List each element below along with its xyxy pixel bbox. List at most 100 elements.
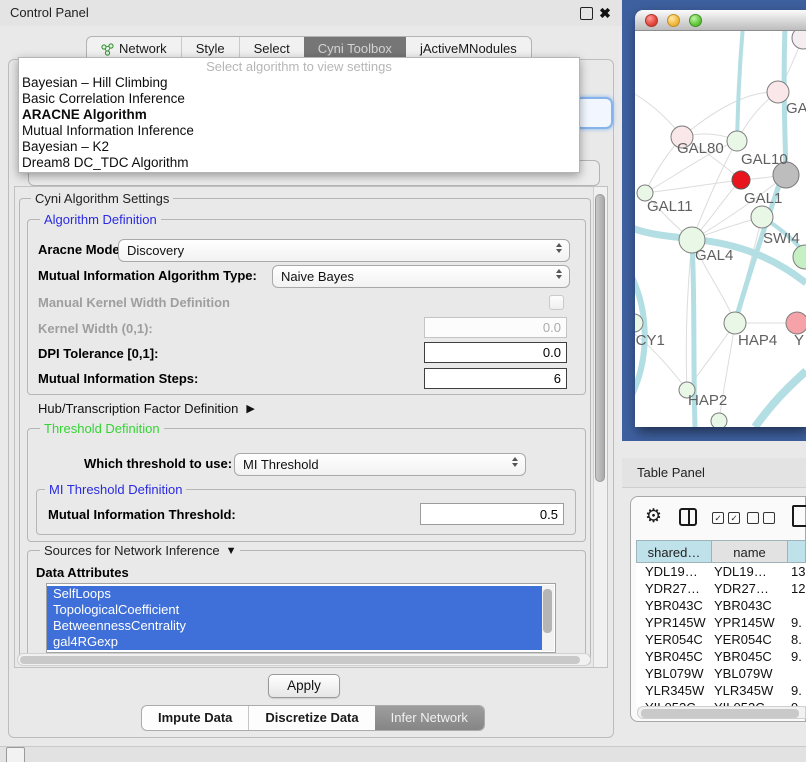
table-row[interactable]: YBR043C YBR043C bbox=[636, 597, 806, 614]
table-row[interactable]: YER054C YER054C 8. bbox=[636, 631, 806, 648]
deselect-all-checkboxes-icon[interactable] bbox=[747, 512, 775, 524]
mutual-information-threshold-label: Mutual Information Threshold: bbox=[48, 505, 236, 525]
node-right-green[interactable] bbox=[793, 245, 806, 269]
table-row[interactable]: YLR345W YLR345W 9. bbox=[636, 682, 806, 699]
network-icon bbox=[101, 43, 114, 56]
settings-horizontal-scrollbar[interactable] bbox=[17, 653, 591, 666]
aracne-mode-value: Discovery bbox=[127, 243, 184, 258]
sources-title: Sources for Network Inference bbox=[44, 543, 220, 559]
app-screen: Control Panel ✖ Network Style Select Cyn… bbox=[0, 0, 806, 762]
node-label: SWI4 bbox=[763, 230, 800, 247]
float-window-icon[interactable] bbox=[580, 7, 593, 20]
table-row[interactable]: YBL079W YBL079W bbox=[636, 665, 806, 682]
close-traffic-light-icon[interactable] bbox=[645, 14, 658, 27]
hub-definition-toggle[interactable]: Hub/Transcription Factor Definition ▶ bbox=[38, 399, 255, 417]
threshold-definition-title: Threshold Definition bbox=[40, 421, 164, 437]
cyni-bottom-tabs: Impute Data Discretize Data Infer Networ… bbox=[141, 705, 485, 731]
list-vertical-scrollbar-thumb[interactable] bbox=[543, 589, 552, 633]
tab-impute-data[interactable]: Impute Data bbox=[142, 706, 248, 730]
node-hap4[interactable] bbox=[724, 312, 746, 334]
table-panel-title: Table Panel bbox=[637, 458, 705, 488]
dropdown-item-bayesian-k2[interactable]: Bayesian – K2 bbox=[19, 139, 579, 155]
node-label: HAP2 bbox=[688, 392, 727, 409]
dropdown-item-mutual-information[interactable]: Mutual Information Inference bbox=[19, 123, 579, 139]
dropdown-item-bayesian-hill-climbing[interactable]: Bayesian – Hill Climbing bbox=[19, 75, 579, 91]
node-label: GAL bbox=[786, 100, 806, 117]
node-label: GCY1 bbox=[635, 332, 665, 349]
manual-kernel-width-label: Manual Kernel Width Definition bbox=[38, 293, 230, 313]
node-label: GAL4 bbox=[695, 247, 733, 264]
list-item-topologicalcoefficient[interactable]: TopologicalCoefficient bbox=[47, 602, 542, 618]
apply-button[interactable]: Apply bbox=[268, 674, 340, 698]
select-all-checkboxes-icon[interactable]: ✓ ✓ bbox=[712, 512, 740, 524]
which-threshold-label: Which threshold to use: bbox=[84, 454, 232, 474]
settings-horizontal-scrollbar-thumb[interactable] bbox=[20, 656, 580, 664]
table-horizontal-scrollbar-thumb[interactable] bbox=[641, 709, 799, 718]
control-panel-title: Control Panel bbox=[10, 0, 89, 26]
manual-kernel-width-checkbox[interactable] bbox=[549, 295, 564, 310]
list-item-selfloops[interactable]: SelfLoops bbox=[47, 586, 542, 602]
mi-steps-label: Mutual Information Steps: bbox=[38, 369, 198, 389]
table-row[interactable]: YPR145W YPR145W 9. bbox=[636, 614, 806, 631]
network-graph: GAL GAL80 GAL10 GAL11 GAL1 SWI4 GAL4 GCY… bbox=[635, 31, 806, 427]
mi-algorithm-type-combobox[interactable]: Naive Bayes bbox=[272, 265, 570, 288]
list-item-gal4rgexp[interactable]: gal4RGexp bbox=[47, 634, 542, 650]
dropdown-item-basic-correlation[interactable]: Basic Correlation Inference bbox=[19, 91, 579, 107]
node-label: GAL80 bbox=[677, 140, 724, 157]
data-attributes-label: Data Attributes bbox=[36, 563, 129, 583]
network-view[interactable]: GAL GAL80 GAL10 GAL11 GAL1 SWI4 GAL4 GCY… bbox=[635, 31, 806, 427]
table-row[interactable]: YDL19… YDL19… 13 bbox=[636, 563, 806, 580]
node-salmon[interactable] bbox=[786, 312, 806, 334]
algorithm-combobox-focus-fragment[interactable] bbox=[575, 97, 613, 129]
which-threshold-combobox[interactable]: MI Threshold bbox=[234, 453, 526, 476]
dropdown-item-aracne[interactable]: ARACNE Algorithm bbox=[19, 107, 579, 123]
table-header: shared… name bbox=[636, 540, 806, 563]
close-icon[interactable]: ✖ bbox=[597, 4, 613, 22]
table-document-icon[interactable] bbox=[792, 505, 806, 527]
column-header-partial[interactable] bbox=[788, 540, 806, 563]
aracne-mode-combobox[interactable]: Discovery bbox=[118, 239, 570, 262]
list-vertical-scrollbar[interactable] bbox=[542, 585, 554, 651]
zoom-traffic-light-icon[interactable] bbox=[689, 14, 702, 27]
algorithm-dropdown: Select algorithm to view settings Bayesi… bbox=[18, 57, 580, 173]
node-gal10-green[interactable] bbox=[727, 131, 747, 151]
control-panel-titlebar bbox=[0, 0, 622, 26]
list-item-betweennesscentrality[interactable]: BetweennessCentrality bbox=[47, 618, 542, 634]
node-red-selected[interactable] bbox=[732, 171, 750, 189]
node-gal1[interactable] bbox=[751, 206, 773, 228]
node-label: GAL1 bbox=[744, 190, 782, 207]
column-header-shared-name[interactable]: shared… bbox=[636, 540, 712, 563]
tab-discretize-data[interactable]: Discretize Data bbox=[248, 706, 374, 730]
gear-icon[interactable]: ⚙ bbox=[645, 507, 662, 527]
combo-arrows-icon bbox=[556, 243, 562, 253]
dropdown-item-dream8[interactable]: Dream8 DC_TDC Algorithm bbox=[19, 155, 579, 171]
split-columns-icon[interactable] bbox=[679, 508, 697, 526]
kernel-width-label: Kernel Width (0,1): bbox=[38, 319, 153, 339]
algorithm-dropdown-placeholder: Select algorithm to view settings bbox=[19, 58, 579, 75]
hub-definition-label: Hub/Transcription Factor Definition bbox=[38, 401, 238, 416]
column-header-name[interactable]: name bbox=[712, 540, 788, 563]
table-row[interactable]: YDR27… YDR27… 12 bbox=[636, 580, 806, 597]
table-horizontal-scrollbar[interactable] bbox=[637, 706, 806, 719]
node-bottom[interactable] bbox=[711, 413, 727, 427]
combo-arrows-icon bbox=[556, 269, 562, 279]
minimize-traffic-light-icon[interactable] bbox=[667, 14, 680, 27]
tab-infer-network[interactable]: Infer Network bbox=[375, 706, 484, 730]
algorithm-definition-title: Algorithm Definition bbox=[40, 212, 161, 228]
table-row[interactable]: YBR045C YBR045C 9. bbox=[636, 648, 806, 665]
mi-steps-input[interactable] bbox=[424, 368, 567, 389]
data-attributes-list: SelfLoops TopologicalCoefficient Between… bbox=[46, 583, 556, 653]
mi-algorithm-type-label: Mutual Information Algorithm Type: bbox=[38, 266, 257, 286]
dpi-tolerance-input[interactable] bbox=[424, 342, 567, 363]
aracne-mode-label: Aracne Mode: bbox=[38, 240, 124, 260]
mutual-information-threshold-input[interactable] bbox=[420, 503, 564, 525]
window-controls bbox=[645, 14, 702, 27]
bottom-left-mini-panel-icon[interactable] bbox=[6, 747, 25, 762]
settings-vertical-scrollbar-thumb[interactable] bbox=[595, 194, 605, 482]
sources-toggle[interactable]: Sources for Network Inference ▼ bbox=[40, 543, 240, 559]
kernel-width-input[interactable] bbox=[424, 317, 567, 338]
collapsed-arrow-icon: ▶ bbox=[246, 402, 254, 415]
dpi-tolerance-label: DPI Tolerance [0,1]: bbox=[38, 344, 158, 364]
node-top-right[interactable] bbox=[792, 31, 806, 49]
mi-algorithm-type-value: Naive Bayes bbox=[281, 269, 354, 284]
